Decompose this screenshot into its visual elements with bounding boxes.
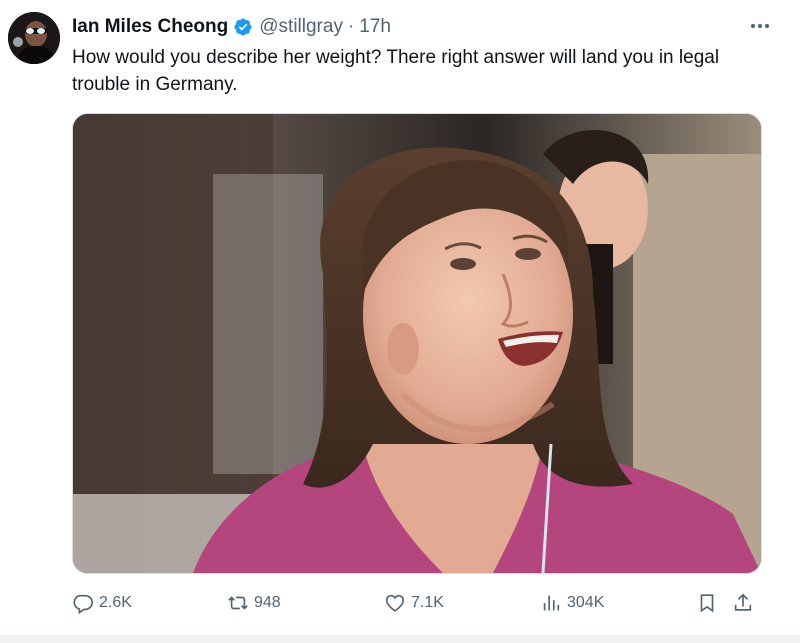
repost-icon bbox=[228, 596, 248, 610]
bookmark-icon bbox=[700, 594, 714, 613]
tweet-header: Ian Miles Cheong @stillgray · 17h bbox=[72, 14, 740, 40]
verified-badge-icon bbox=[233, 17, 253, 37]
repost-count: 948 bbox=[254, 594, 281, 611]
share-button[interactable] bbox=[732, 588, 759, 618]
views-count: 304K bbox=[567, 594, 605, 611]
like-button[interactable]: 7.1K bbox=[384, 588, 444, 618]
share-icon bbox=[734, 593, 752, 611]
repost-button[interactable]: 948 bbox=[227, 588, 281, 618]
heart-icon bbox=[385, 594, 405, 612]
bookmark-button[interactable] bbox=[696, 588, 723, 618]
tweet: Ian Miles Cheong @stillgray · 17h How wo… bbox=[0, 0, 800, 643]
views-icon bbox=[543, 595, 560, 611]
views-button[interactable]: 304K bbox=[540, 588, 604, 618]
avatar-image bbox=[8, 12, 60, 64]
display-name[interactable]: Ian Miles Cheong bbox=[72, 16, 228, 38]
action-bar: 2.6K 948 7.1K 304K bbox=[72, 588, 762, 618]
reply-button[interactable]: 2.6K bbox=[72, 588, 132, 618]
reply-icon bbox=[73, 594, 93, 614]
separator-dot: · bbox=[347, 16, 355, 37]
handle[interactable]: @stillgray bbox=[259, 16, 343, 38]
timestamp[interactable]: 17h bbox=[359, 16, 391, 38]
more-icon[interactable] bbox=[748, 16, 772, 36]
avatar[interactable] bbox=[8, 12, 60, 64]
tweet-media-image[interactable] bbox=[72, 113, 762, 574]
reply-count: 2.6K bbox=[99, 594, 132, 611]
tweet-text: How would you describe her weight? There… bbox=[72, 47, 720, 95]
divider bbox=[0, 635, 800, 643]
like-count: 7.1K bbox=[411, 594, 444, 611]
